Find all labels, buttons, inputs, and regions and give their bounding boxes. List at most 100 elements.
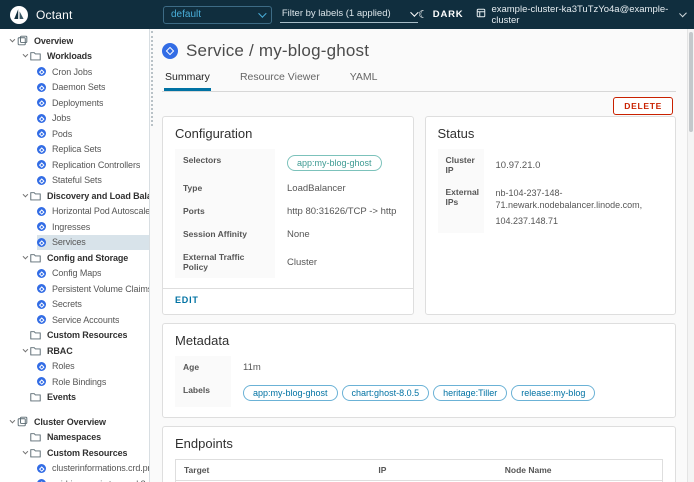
sidebar-item-cron-jobs[interactable]: Cron Jobs [37, 64, 149, 80]
scrollbar-thumb[interactable] [689, 32, 693, 132]
sidebar-item-namespaces[interactable]: Namespaces [17, 430, 149, 446]
field-value: app:my-blog-ghostchart:ghost-8.0.5herita… [231, 379, 663, 407]
sidebar-item-pods[interactable]: Pods [37, 126, 149, 142]
field-label: Cluster IP [438, 149, 484, 181]
cluster-icon [476, 8, 486, 21]
label-tag[interactable]: release:my-blog [511, 385, 595, 401]
roles-icon [37, 362, 46, 371]
page-scrollbar[interactable] [687, 29, 694, 482]
role-bindings-icon [37, 377, 46, 386]
sidebar-item-label: Events [47, 392, 76, 402]
overview-icon [17, 35, 28, 46]
tab-summary[interactable]: Summary [164, 68, 211, 91]
folder-icon [30, 448, 41, 458]
sidebar-item-role-bindings[interactable]: Role Bindings [37, 374, 149, 390]
theme-toggle-button[interactable]: ☾ DARK [418, 8, 463, 21]
tab-yaml[interactable]: YAML [349, 68, 379, 91]
clusterinformations-crd-projec-icon [37, 464, 46, 473]
delete-button[interactable]: DELETE [613, 97, 673, 115]
label-tag[interactable]: heritage:Tiller [433, 385, 507, 401]
chevron-down-icon[interactable] [17, 54, 30, 58]
chevron-down-icon[interactable] [17, 451, 30, 455]
edit-button[interactable]: EDIT [163, 289, 211, 314]
label-tag[interactable]: app:my-blog-ghost [243, 385, 338, 401]
sidebar-item-label: Stateful Sets [52, 175, 102, 185]
sidebar-item-replication-controllers[interactable]: Replication Controllers [37, 157, 149, 173]
deployments-icon [37, 98, 46, 107]
persistent-volume-claims-icon [37, 284, 46, 293]
sidebar-item-custom-resources[interactable]: Custom Resources [17, 445, 149, 461]
ingresses-icon [37, 222, 46, 231]
sidebar-scrollbar[interactable] [151, 31, 154, 126]
sidebar-item-jobs[interactable]: Jobs [37, 111, 149, 127]
sidebar-item-roles[interactable]: Roles [37, 359, 149, 375]
field-value: 11m [231, 356, 663, 379]
label-filter-input[interactable]: Filter by labels (1 applied) [280, 6, 418, 23]
replica-sets-icon [37, 145, 46, 154]
sidebar-item-config-and-storage[interactable]: Config and Storage [17, 250, 149, 266]
sidebar-item-workloads[interactable]: Workloads [17, 49, 149, 65]
configuration-row-session-affinity: Session AffinityNone [175, 223, 401, 246]
sidebar-item-label: Replication Controllers [52, 160, 140, 170]
sidebar-item-label: Config and Storage [47, 253, 128, 263]
chevron-down-icon[interactable] [17, 349, 30, 353]
cluster-context-dropdown[interactable]: example-cluster-ka3TuTzYo4a@example-clus… [476, 4, 684, 26]
sidebar-item-replica-sets[interactable]: Replica Sets [37, 142, 149, 158]
sidebar-item-label: Secrets [52, 299, 82, 309]
pods-icon [37, 129, 46, 138]
sidebar-item-clusterinformations-crd-projec[interactable]: clusterinformations.crd.projec [37, 461, 149, 477]
sidebar-item-label: Overview [34, 36, 73, 46]
sidebar-item-persistent-volume-claims[interactable]: Persistent Volume Claims [37, 281, 149, 297]
config-maps-icon [37, 269, 46, 278]
horizontal-pod-autoscalers-icon [37, 207, 46, 216]
chevron-down-icon[interactable] [17, 256, 30, 260]
namespace-dropdown[interactable]: default [163, 6, 272, 24]
label-tag[interactable]: app:my-blog-ghost [287, 155, 382, 171]
stateful-sets-icon [37, 176, 46, 185]
sidebar-item-services[interactable]: Services [37, 235, 149, 251]
sidebar-item-ingresses[interactable]: Ingresses [37, 219, 149, 235]
sidebar-item-label: Config Maps [52, 268, 101, 278]
column-header-target: Target [176, 460, 370, 481]
sidebar-item-label: Workloads [47, 51, 92, 61]
sidebar-item-events[interactable]: Events [17, 390, 149, 406]
sidebar-item-label: Ingresses [52, 222, 90, 232]
sidebar-item-config-maps[interactable]: Config Maps [37, 266, 149, 282]
tab-resource-viewer[interactable]: Resource Viewer [239, 68, 321, 91]
sidebar-item-deployments[interactable]: Deployments [37, 95, 149, 111]
chevron-down-icon[interactable] [4, 39, 17, 43]
sidebar-item-custom-resources[interactable]: Custom Resources [17, 328, 149, 344]
status-card: Status Cluster IP10.97.21.0External IPsn… [425, 116, 677, 315]
field-value: http 80:31626/TCP -> http [275, 200, 401, 223]
sidebar-item-csidrivers-csi-storage-k8s-io[interactable]: csidrivers.csi.storage.k8s.io [37, 476, 149, 482]
sidebar-item-horizontal-pod-autoscalers[interactable]: Horizontal Pod Autoscalers [37, 204, 149, 220]
jobs-icon [37, 114, 46, 123]
sidebar-navigation: Overview Workloads Cron JobsDaemon SetsDep… [0, 29, 150, 482]
sidebar-item-daemon-sets[interactable]: Daemon Sets [37, 80, 149, 96]
endpoints-table: TargetIPNode Name my-blog-ghost-77df85c6… [175, 459, 663, 482]
sidebar-item-rbac[interactable]: RBAC [17, 343, 149, 359]
sidebar-item-label: Services [52, 237, 86, 247]
label-tag[interactable]: chart:ghost-8.0.5 [342, 385, 430, 401]
column-header-ip: IP [370, 460, 496, 481]
chevron-down-icon [258, 9, 266, 17]
sidebar-item-label: Jobs [52, 113, 71, 123]
sidebar-item-label: Custom Resources [47, 448, 127, 458]
service-icon [162, 43, 178, 59]
chevron-down-icon[interactable] [4, 420, 17, 424]
sidebar-item-secrets[interactable]: Secrets [37, 297, 149, 313]
sidebar-item-service-accounts[interactable]: Service Accounts [37, 312, 149, 328]
sidebar-item-discovery-and-load-balancing[interactable]: Discovery and Load Balancing [17, 188, 149, 204]
service-accounts-icon [37, 315, 46, 324]
sidebar-item-label: Horizontal Pod Autoscalers [52, 206, 149, 216]
sidebar-item-label: Cluster Overview [34, 417, 106, 427]
sidebar-item-stateful-sets[interactable]: Stateful Sets [37, 173, 149, 189]
sidebar-item-label: Custom Resources [47, 330, 127, 340]
sidebar-item-overview[interactable]: Overview [4, 33, 149, 49]
chevron-down-icon[interactable] [17, 194, 30, 198]
metadata-row-age: Age11m [175, 356, 663, 379]
column-header-node-name: Node Name [497, 460, 662, 481]
sidebar-item-cluster-overview[interactable]: Cluster Overview [4, 414, 149, 430]
folder-icon [30, 330, 41, 340]
folder-icon [30, 392, 41, 402]
